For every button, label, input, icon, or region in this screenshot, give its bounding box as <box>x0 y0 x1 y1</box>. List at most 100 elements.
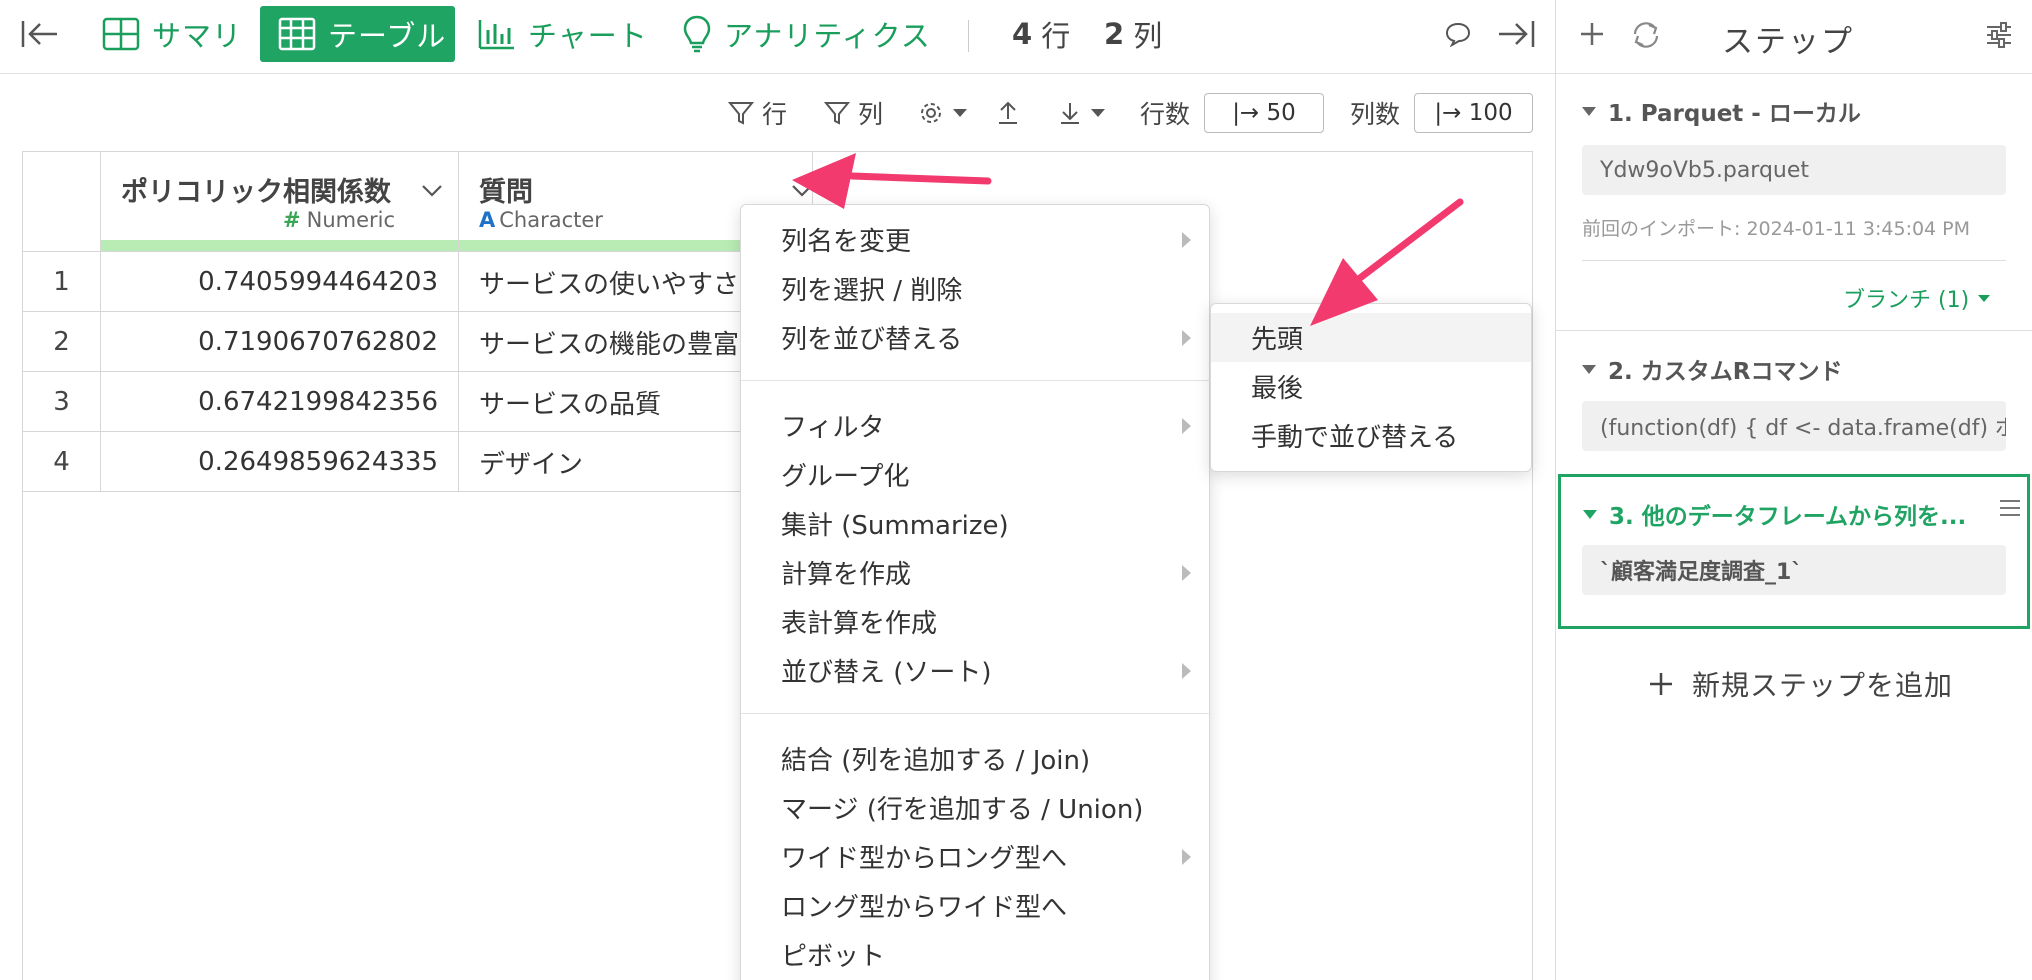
lightbulb-icon <box>683 15 711 53</box>
submenu-item-last[interactable]: 最後 <box>1211 362 1531 411</box>
step-divider <box>1582 260 2006 261</box>
expand-right-button[interactable] <box>1496 6 1536 62</box>
row-index-header <box>23 152 101 252</box>
caret-down-icon <box>1582 106 1596 116</box>
upload-icon <box>999 101 1017 124</box>
submenu-arrow-icon <box>1182 565 1191 581</box>
numeric-cell[interactable]: 0.2649859624335 <box>101 432 459 492</box>
caret-down-icon <box>953 109 967 117</box>
numeric-cell[interactable]: 0.6742199842356 <box>101 372 459 432</box>
step-3-title[interactable]: 3. 他のデータフレームから列を... <box>1583 497 1966 531</box>
submenu-item-first[interactable]: 先頭 <box>1211 313 1531 362</box>
tab-summary[interactable]: サマリ <box>102 6 242 62</box>
tab-analytics-label: アナリティクス <box>724 19 931 53</box>
collapse-left-button[interactable] <box>20 6 60 62</box>
steps-panel-header: ステップ <box>1556 0 2032 74</box>
settings-dropdown[interactable] <box>918 93 976 133</box>
row-filter-button[interactable]: 行 <box>728 93 787 133</box>
bar-chart-icon <box>478 20 514 50</box>
step-3-dataframe[interactable]: `顧客満足度調査_1` <box>1582 545 2006 595</box>
tab-summary-label: サマリ <box>152 19 243 53</box>
tab-table[interactable]: テーブル <box>260 6 455 62</box>
menu-item-pivot[interactable]: ピボット <box>741 930 1211 979</box>
row-filter-label: 行 <box>762 100 788 129</box>
toolbar-divider <box>968 20 969 52</box>
column-filter-label: 列 <box>858 100 884 129</box>
tab-chart[interactable]: チャート <box>478 6 648 62</box>
submenu-arrow-icon <box>1182 330 1191 346</box>
submenu-arrow-icon <box>1182 232 1191 248</box>
menu-divider <box>741 380 1211 381</box>
step-2-command[interactable]: (function(df) { df <- data.frame(df) ポ..… <box>1582 401 2006 451</box>
rows-limit-label: 行数 <box>1140 100 1191 129</box>
column-header-correlation[interactable]: ポリコリック相関係数 # Numeric <box>101 152 459 252</box>
menu-item-sort[interactable]: 並び替え (ソート) <box>741 646 1211 695</box>
column-filter-button[interactable]: 列 <box>824 93 883 133</box>
menu-item-summarize[interactable]: 集計 (Summarize) <box>741 499 1211 548</box>
import-info: 前回のインポート: 2024-01-11 3:45:04 PM <box>1582 218 1971 240</box>
expand-right-icon <box>1499 21 1535 47</box>
menu-item-table-calculation[interactable]: 表計算を作成 <box>741 597 1211 646</box>
gear-icon <box>921 103 941 123</box>
step-2-title[interactable]: 2. カスタムRコマンド <box>1582 352 1842 386</box>
submenu-item-manual[interactable]: 手動で並び替える <box>1211 411 1531 460</box>
submenu-arrow-icon <box>1182 663 1191 679</box>
row-index: 1 <box>23 252 101 312</box>
row-index: 3 <box>23 372 101 432</box>
numeric-cell[interactable]: 0.7190670762802 <box>101 312 459 372</box>
grid-icon <box>102 17 140 51</box>
step-3-card[interactable]: 3. 他のデータフレームから列を... `顧客満足度調査_1` <box>1558 474 2030 629</box>
menu-item-rename-column[interactable]: 列名を変更 <box>741 215 1211 264</box>
top-bar: サマリ テーブル チャート アナリティクス 4 行 2 列 <box>0 0 1555 74</box>
step-1-source[interactable]: Ydw9oVb5.parquet <box>1582 145 2006 195</box>
menu-item-select-columns[interactable]: 列を選択 / 削除 <box>741 264 1211 313</box>
menu-item-filter[interactable]: フィルタ <box>741 401 1211 450</box>
row-count: 4 行 <box>1012 6 1071 62</box>
menu-item-group-by[interactable]: グループ化 <box>741 450 1211 499</box>
steps-panel: ステップ 1. Parquet - ローカル Ydw9oVb5.parquet … <box>1555 0 2032 980</box>
table-row: 1 0.7405994464203 サービスの使いやすさ <box>23 252 813 312</box>
submenu-arrow-icon <box>1182 418 1191 434</box>
plus-icon <box>1650 673 1672 695</box>
caret-down-icon <box>1091 109 1105 117</box>
menu-icon[interactable] <box>1999 499 2021 517</box>
menu-item-join[interactable]: 結合 (列を追加する / Join) <box>741 734 1211 783</box>
rows-limit-input[interactable]: |→ 50 <box>1204 93 1324 133</box>
menu-item-long-to-wide[interactable]: ロング型からワイド型へ <box>741 881 1211 930</box>
filter-icon <box>728 102 754 125</box>
chevron-down-icon[interactable] <box>421 184 443 198</box>
reorder-submenu: 先頭 最後 手動で並び替える <box>1210 303 1532 472</box>
menu-item-union[interactable]: マージ (行を追加する / Union) <box>741 783 1211 832</box>
submenu-arrow-icon <box>1182 849 1191 865</box>
menu-item-reorder-columns[interactable]: 列を並び替える <box>741 313 1211 362</box>
table-icon <box>278 17 316 51</box>
column-count-unit: 列 <box>1133 19 1164 53</box>
table-row: 4 0.2649859624335 デザイン <box>23 432 813 492</box>
export-button[interactable] <box>996 93 1028 133</box>
sliders-icon[interactable] <box>1984 20 2014 50</box>
row-count-unit: 行 <box>1041 19 1072 53</box>
menu-item-wide-to-long[interactable]: ワイド型からロング型へ <box>741 832 1211 881</box>
add-step-button[interactable]: 新規ステップを追加 <box>1648 664 1953 704</box>
numeric-type-icon: # <box>283 208 301 232</box>
column-count-value: 2 <box>1104 17 1126 51</box>
refresh-icon[interactable] <box>1630 20 1662 50</box>
chevron-down-icon[interactable] <box>791 184 813 198</box>
branch-dropdown[interactable]: ブランチ (1) <box>1843 282 1991 314</box>
menu-item-create-calculation[interactable]: 計算を作成 <box>741 548 1211 597</box>
comment-button[interactable] <box>1444 6 1472 62</box>
tab-chart-label: チャート <box>528 19 648 53</box>
table-row: 2 0.7190670762802 サービスの機能の豊富さ <box>23 312 813 372</box>
column-context-menu: 列名を変更 列を選択 / 削除 列を並び替える フィルタ グループ化 集計 (S… <box>740 204 1211 980</box>
numeric-cell[interactable]: 0.7405994464203 <box>101 252 459 312</box>
row-count-value: 4 <box>1012 17 1034 51</box>
import-dropdown[interactable] <box>1058 93 1114 133</box>
step-1-title[interactable]: 1. Parquet - ローカル <box>1582 94 1861 128</box>
tab-table-label: テーブル <box>328 19 447 53</box>
tab-analytics[interactable]: アナリティクス <box>682 6 931 62</box>
cols-limit-input[interactable]: |→ 100 <box>1414 93 1533 133</box>
filter-icon <box>824 102 850 125</box>
column-type: # Numeric <box>283 208 396 232</box>
panel-divider <box>1556 330 2032 331</box>
plus-icon[interactable] <box>1578 20 1606 48</box>
